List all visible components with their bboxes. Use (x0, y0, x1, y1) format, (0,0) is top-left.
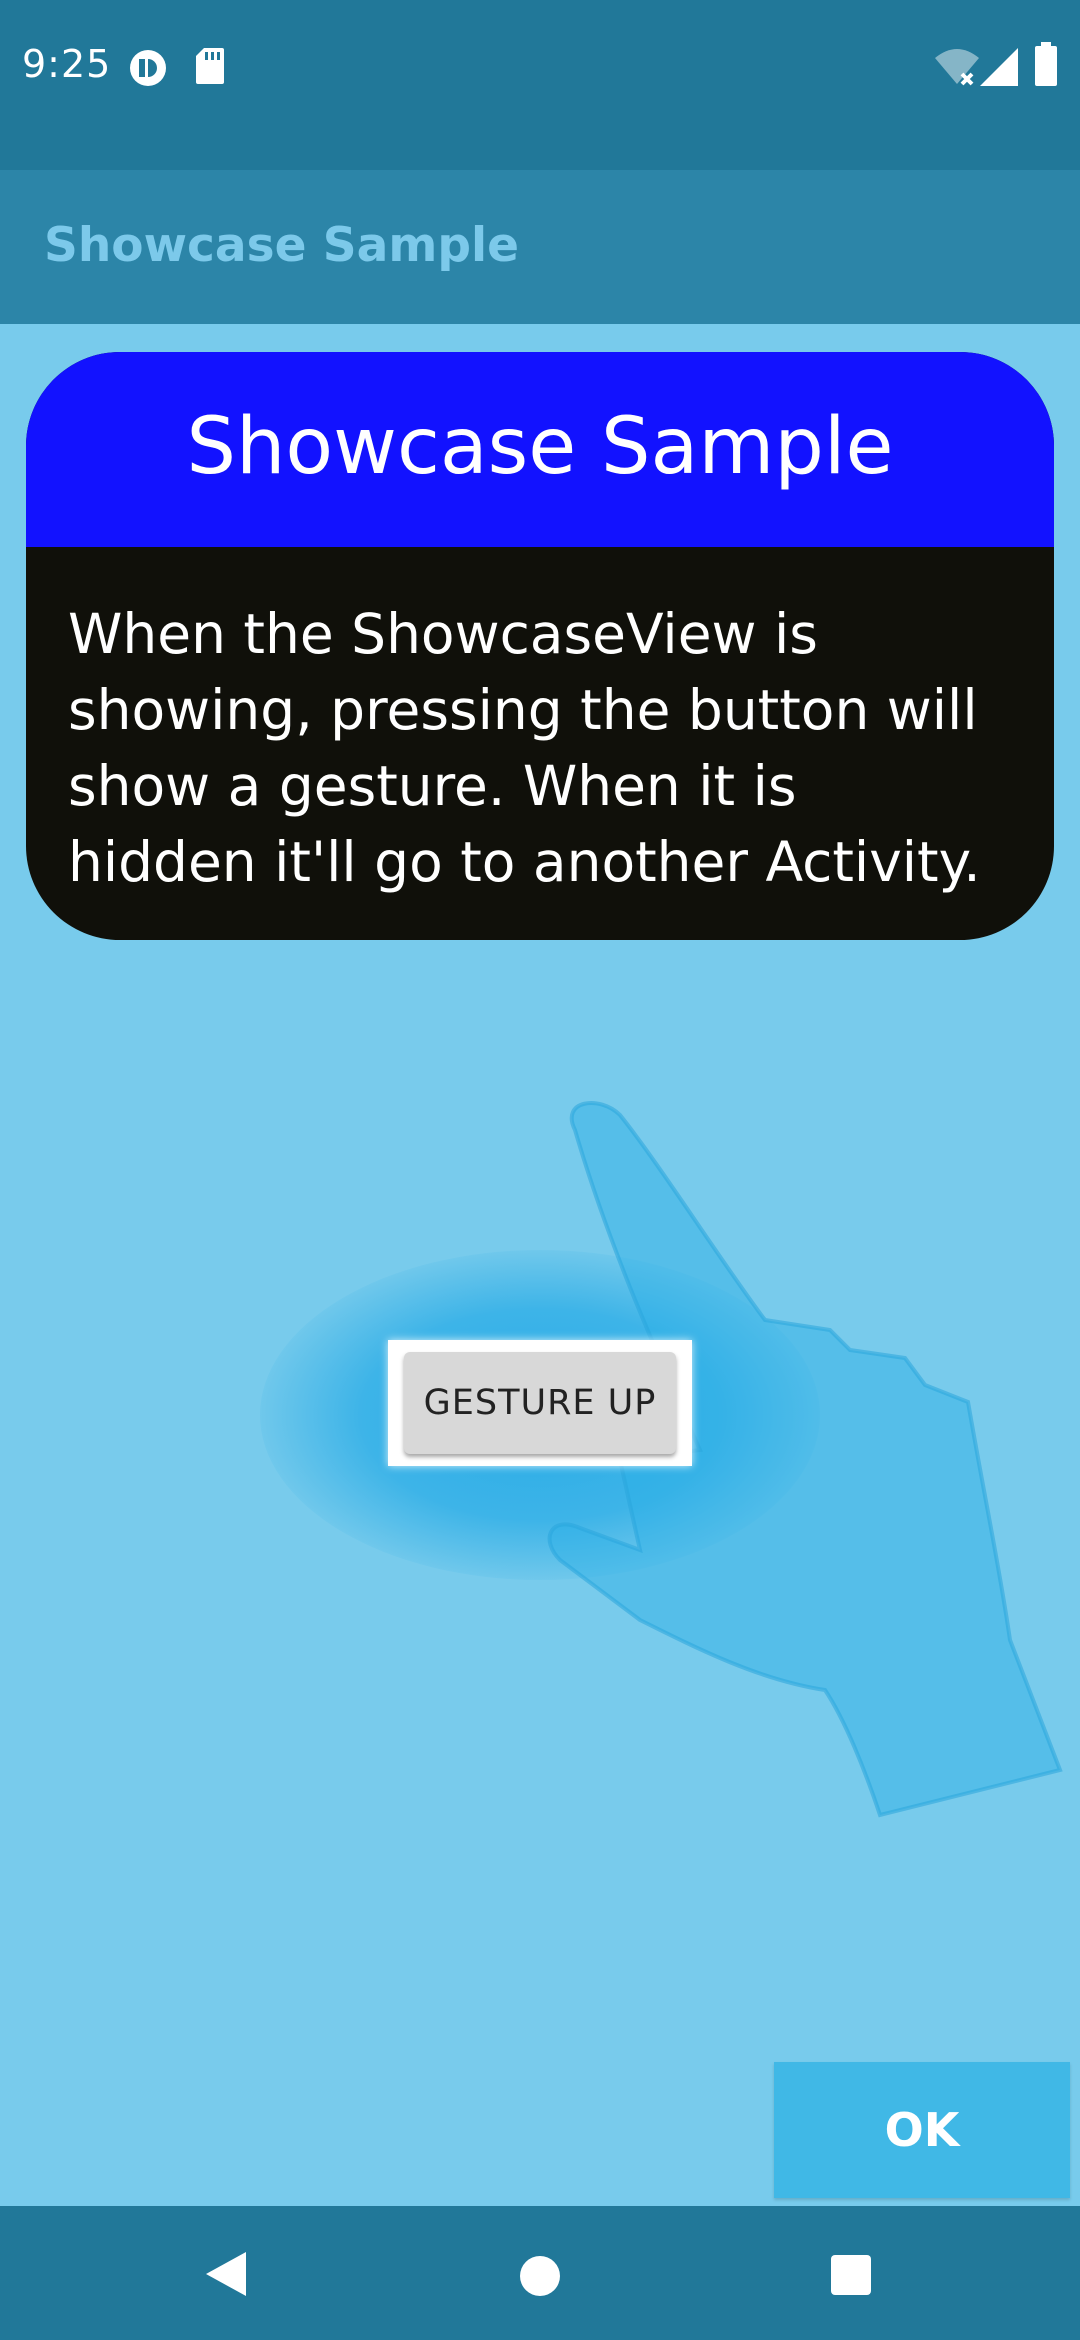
recents-icon[interactable] (830, 2254, 872, 2296)
home-icon[interactable] (518, 2254, 562, 2298)
back-icon[interactable] (204, 2250, 248, 2298)
ok-button[interactable]: OK (774, 2062, 1070, 2198)
screen: 9:25 Showcase Sample Showcase Sample Whe… (0, 0, 1080, 2340)
gesture-up-button[interactable]: GESTURE UP (404, 1352, 676, 1454)
hand-gesture-icon (547, 1101, 1063, 1818)
